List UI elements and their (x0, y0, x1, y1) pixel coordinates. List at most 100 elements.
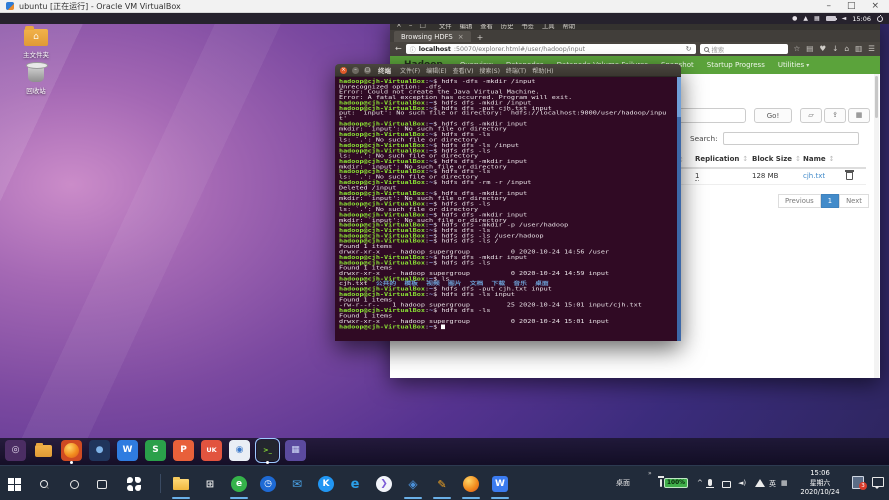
cut-paste-button[interactable]: ▦ (848, 108, 870, 123)
taskbar-search-icon[interactable] (32, 474, 56, 494)
battery-icon[interactable] (826, 16, 836, 21)
reload-icon[interactable]: ↻ (686, 45, 692, 53)
taskbar-wps-office-pin[interactable]: W (487, 472, 513, 496)
tab-browsing-hdfs[interactable]: Browsing HDFS × (394, 31, 471, 42)
network-icon[interactable]: ▲ (803, 16, 808, 22)
dock-item-files[interactable] (33, 440, 54, 463)
cortana-icon[interactable] (62, 474, 86, 494)
minimize-button[interactable]: – (826, 2, 831, 11)
previous-page-button[interactable]: Previous (778, 194, 821, 208)
terminal-maximize-button[interactable]: □ (364, 67, 371, 74)
table-search-input[interactable] (723, 132, 859, 145)
sidebar-icon[interactable]: ▥ (855, 45, 862, 53)
taskbar-edge[interactable]: e (342, 472, 368, 496)
sort-icon[interactable]: ↕ (829, 155, 835, 163)
action-center-icon[interactable] (872, 477, 884, 487)
keyboard-icon[interactable]: ▦ (814, 16, 820, 22)
tray-battery[interactable]: 100% (660, 478, 688, 488)
dock-item-software-updater[interactable]: ● (89, 440, 110, 463)
glyph: ◉ (236, 446, 244, 455)
taskbar-file-explorer[interactable] (168, 472, 194, 496)
taskbar-microsoft-store[interactable]: ⊞ (197, 472, 223, 496)
url-bar[interactable]: ⓘ localhost :50070/explorer.html#/user/h… (406, 44, 696, 54)
next-page-button[interactable]: Next (839, 194, 869, 208)
desktop-icon-trash[interactable]: 回收站 (12, 65, 60, 95)
ime-language-indicator[interactable]: 英 (769, 479, 776, 489)
site-info-icon[interactable]: ⓘ (410, 45, 416, 54)
terminal-menu-2[interactable]: 查看(V) (453, 66, 474, 75)
terminal-menu-1[interactable]: 编辑(E) (426, 66, 446, 75)
new-tab-button[interactable]: + (477, 34, 484, 42)
wifi-icon[interactable] (755, 479, 765, 487)
file-link[interactable]: cjh.txt (803, 172, 825, 180)
pinwheel-app-icon[interactable] (122, 474, 146, 494)
downloads-icon[interactable]: ↓ (832, 45, 838, 53)
back-icon[interactable]: ← (395, 45, 402, 53)
terminal-body[interactable]: hadoop@cjh-VirtualBox:~$ hdfs -dfs -mkdi… (335, 77, 681, 341)
taskbar-clock[interactable]: 15:06 星期六 2020/10/24 (792, 469, 848, 498)
dock-item-wps-writer[interactable]: W (117, 440, 138, 463)
taskbar-firefox-pin[interactable] (458, 472, 484, 496)
taskbar-kmplayer[interactable]: K (313, 472, 339, 496)
virtualbox-icon: ◈ (408, 477, 417, 491)
close-button[interactable]: × (871, 2, 879, 11)
start-button[interactable] (2, 474, 26, 494)
terminal-menu-3[interactable]: 搜索(S) (479, 66, 500, 75)
dock-item-wps-spreadsheet[interactable]: S (145, 440, 166, 463)
browser-search-input[interactable]: 搜索 (700, 44, 788, 54)
dock-item-show-apps[interactable]: ◎ (5, 440, 26, 463)
create-directory-button[interactable]: ▱ (800, 108, 822, 123)
ime-grid-icon[interactable]: ▦ (781, 479, 788, 487)
dock-item-wps-presentation[interactable]: P (173, 440, 194, 463)
hadoop-nav-startup-progress[interactable]: Startup Progress (707, 61, 765, 69)
go-button[interactable]: Go! (754, 108, 792, 123)
column-header-block-size[interactable]: Block Size↕ (752, 155, 801, 163)
touchpad-icon[interactable] (722, 481, 731, 488)
user-menu-icon[interactable]: ● (792, 16, 797, 22)
desktop-toolbar-label[interactable]: 桌面 (616, 478, 630, 488)
menu-icon[interactable]: ☰ (868, 45, 875, 53)
upload-file-button[interactable]: ⇪ (824, 108, 846, 123)
open-indicator (230, 497, 248, 499)
terminal-close-button[interactable]: × (340, 67, 347, 74)
power-icon[interactable] (877, 16, 883, 22)
column-header-replication[interactable]: Replication↕ (695, 155, 748, 163)
toolbar-chevron-icon[interactable]: » (648, 470, 652, 477)
maximize-button[interactable]: □ (847, 2, 856, 11)
library-icon[interactable]: ▤ (806, 45, 813, 53)
terminal-menu-0[interactable]: 文件(F) (400, 66, 420, 75)
home-icon[interactable]: ⌂ (844, 45, 849, 53)
dock-item-workspace-switcher[interactable]: ▦ (285, 440, 306, 463)
taskbar-thunder[interactable]: ❯ (371, 472, 397, 496)
delete-file-icon[interactable] (846, 172, 853, 180)
sort-icon[interactable]: ↕ (742, 155, 748, 163)
sort-icon[interactable]: ↕ (795, 155, 801, 163)
pocket-icon[interactable]: ♥ (819, 45, 826, 53)
taskbar-browser-360[interactable]: e (226, 472, 252, 496)
bookmark-star-icon[interactable]: ☆ (794, 45, 801, 53)
speaker-icon[interactable]: ◄) (738, 479, 746, 487)
terminal-scrollbar[interactable] (677, 77, 681, 341)
dock-item-kylin-video[interactable]: ◉ (229, 440, 250, 463)
taskbar-mail[interactable]: ✉ (284, 472, 310, 496)
terminal-menu-5[interactable]: 帮助(H) (532, 66, 553, 75)
microphone-icon[interactable] (708, 479, 712, 486)
dock-item-software-center[interactable]: UK (201, 440, 222, 463)
desktop-icon-home[interactable]: ⌂ 主文件夹 (12, 29, 60, 59)
dock-item-terminal[interactable]: >_ (257, 440, 278, 463)
taskbar-alarms-clock[interactable]: ◷ (255, 472, 281, 496)
dock-item-firefox[interactable] (61, 440, 82, 463)
tab-close-icon[interactable]: × (458, 33, 464, 41)
page-1-button[interactable]: 1 (821, 194, 839, 208)
browser-scrollbar[interactable] (874, 74, 879, 378)
hadoop-nav-utilities[interactable]: Utilities▾ (778, 61, 809, 69)
volume-icon[interactable]: ◄ (842, 16, 847, 22)
taskbar-virtualbox[interactable]: ◈ (400, 472, 426, 496)
terminal-menu-4[interactable]: 终端(T) (506, 66, 526, 75)
taskbar-wps-pin[interactable]: ✎ (429, 472, 455, 496)
panel-clock[interactable]: 15:06 (852, 15, 871, 23)
terminal-minimize-button[interactable]: – (352, 67, 359, 74)
hidden-icons-chevron[interactable]: ^ (697, 479, 703, 487)
task-view-icon[interactable] (90, 474, 114, 494)
column-header-name[interactable]: Name↕ (803, 155, 835, 163)
